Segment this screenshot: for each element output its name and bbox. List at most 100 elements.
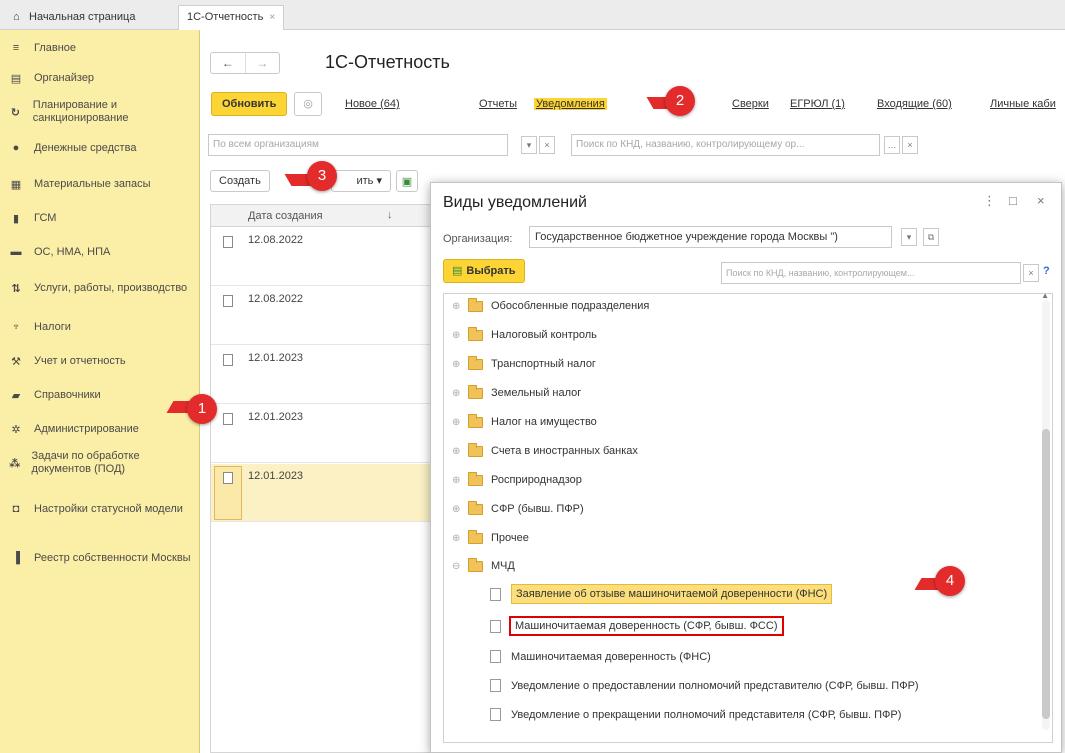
expand-icon[interactable]: ⊕ [452,446,462,457]
tree-folder[interactable]: ⊕ СФР (бывш. ПФР) [452,500,584,515]
row-date: 12.01.2023 [248,470,304,482]
sidebar-item-catalogs[interactable]: ▰ Справочники [0,383,200,407]
link-egrul[interactable]: ЕГРЮЛ (1) [790,98,845,110]
sidebar-item-property-registry[interactable]: ▐ Реестр собственности Москвы [0,540,200,576]
tab-notifications[interactable]: Уведомления [534,98,607,110]
clear-search-icon[interactable]: × [902,136,918,154]
sidebar-item-materials[interactable]: ▦ Материальные запасы [0,172,200,196]
chevron-down-icon[interactable]: ▾ [521,136,537,154]
fuel-icon: ▮ [12,212,20,225]
maximize-icon[interactable]: □ [1009,193,1017,208]
sidebar-item-label: Настройки статусной модели [34,502,183,515]
table-row-selected[interactable]: 12.01.2023 [211,464,441,522]
tree-doc-revocation[interactable]: Заявление об отзыве машиночитаемой довер… [490,584,833,604]
link-new[interactable]: Новое (64) [345,98,400,110]
sidebar-item-pod-tasks[interactable]: ⁂ Задачи по обработке документов (ПОД) [0,445,200,481]
back-arrow-icon[interactable]: ← [211,53,245,73]
tree-folder-mchd[interactable]: ⊖ МЧД [452,557,515,572]
more-options-icon[interactable]: ⋮ [983,193,996,209]
folder-icon [468,529,483,544]
tree-doc-grant-authority[interactable]: Уведомление о предоставлении полномочий … [490,679,919,692]
settings-icon[interactable]: ◎ [294,92,322,116]
tree-folder[interactable]: ⊕ Обособленные подразделения [452,297,649,312]
table-row[interactable]: 12.08.2022 [211,228,441,286]
create-button[interactable]: Создать [210,170,270,192]
tree-folder[interactable]: ⊕ Налоговый контроль [452,326,597,341]
tree-folder[interactable]: ⊕ Земельный налог [452,384,581,399]
sidebar-item-label: Материальные запасы [34,177,151,190]
table-row[interactable]: 12.08.2022 [211,287,441,345]
tree-folder[interactable]: ⊕ Счета в иностранных банках [452,442,638,457]
tree-folder[interactable]: ⊕ Транспортный налог [452,355,596,370]
tree-folder[interactable]: ⊕ Налог на имущество [452,413,597,428]
folder-label: Налоговый контроль [491,329,597,341]
select-button[interactable]: ▤ Выбрать [443,259,525,283]
chevron-down-icon[interactable]: ▾ [901,228,917,246]
doc-label: Уведомление о предоставлении полномочий … [511,679,919,692]
folder-icon [468,413,483,428]
refresh-button[interactable]: Обновить [211,92,288,116]
link-personal-cabinet[interactable]: Личные каби [990,98,1056,110]
table-row[interactable]: 12.01.2023 [211,346,441,404]
expand-icon[interactable]: ⊕ [452,359,462,370]
print-menu-button[interactable]: ить ▾ [331,170,391,192]
column-date-created[interactable]: Дата создания [248,210,323,222]
table-row[interactable]: 12.01.2023 [211,405,441,463]
tree-doc-poa-sfr[interactable]: Машиночитаемая доверенность (СФР, бывш. … [490,616,784,636]
more-icon[interactable]: … [884,136,900,154]
sidebar-item-cash[interactable]: ● Денежные средства [0,136,200,160]
scroll-up-icon[interactable]: ▲ [1041,291,1049,300]
help-icon[interactable]: ? [1043,265,1050,277]
expand-icon[interactable]: ⊕ [452,330,462,341]
folder-label: СФР (бывш. ПФР) [491,503,584,515]
dialog-search-input[interactable]: Поиск по КНД, названию, контролирующем..… [721,262,1021,284]
select-label: Выбрать [466,265,516,277]
expand-icon[interactable]: ⊕ [452,504,462,515]
doc-label: Машиночитаемая доверенность (СФР, бывш. … [509,616,784,636]
collapse-icon[interactable]: ⊖ [452,561,462,572]
sidebar-item-services[interactable]: ⇅ Услуги, работы, производство [0,270,200,306]
sidebar-item-admin[interactable]: ✲ Администрирование [0,417,200,441]
org-filter-field[interactable]: По всем организациям [208,134,508,156]
expand-icon[interactable]: ⊕ [452,388,462,399]
list-header: Дата создания ↓ [211,205,441,227]
sidebar-item-accounting[interactable]: ⚒ Учет и отчетность [0,349,200,373]
expand-icon[interactable]: ⊕ [452,301,462,312]
sort-down-icon[interactable]: ↓ [387,209,393,221]
tree-doc-poa-fns[interactable]: Машиночитаемая доверенность (ФНС) [490,650,711,663]
link-incoming[interactable]: Входящие (60) [877,98,952,110]
sidebar-item-taxes[interactable]: ♆ Налоги [0,315,200,339]
open-icon[interactable]: ⧉ [923,228,939,246]
tree-folder[interactable]: ⊕ Росприроднадзор [452,471,582,486]
close-icon[interactable]: × [1037,193,1045,208]
sidebar-item-status-model[interactable]: ◘ Настройки статусной модели [0,491,200,527]
sidebar-item-planning[interactable]: ↻ Планирование и санкционирование [0,94,200,130]
expand-icon[interactable]: ⊕ [452,417,462,428]
tab-1c-reporting[interactable]: 1С-Отчетность × [178,5,285,30]
folder-icon [468,500,483,515]
expand-icon[interactable]: ⊕ [452,533,462,544]
taxes-icon: ♆ [11,321,21,333]
forward-arrow-icon[interactable]: → [244,53,280,73]
org-field[interactable]: Государственное бюджетное учреждение гор… [529,226,892,248]
folder-label: Счета в иностранных банках [491,445,638,457]
clear-search-icon[interactable]: × [1023,264,1039,282]
sidebar-item-label: Услуги, работы, производство [34,281,188,294]
tab-home-label: Начальная страница [29,11,136,23]
sidebar-item-organizer[interactable]: ▤ Органайзер [0,66,200,90]
expand-icon[interactable]: ⊕ [452,475,462,486]
sidebar-item-fuel[interactable]: ▮ ГСМ [0,206,200,230]
tree-folder[interactable]: ⊕ Прочее [452,529,529,544]
export-icon[interactable]: ▣ [396,170,418,192]
scrollbar-thumb[interactable] [1042,429,1050,719]
link-reports[interactable]: Отчеты [479,98,517,110]
tree-doc-terminate-authority[interactable]: Уведомление о прекращении полномочий пре… [490,708,901,721]
sidebar-item-main[interactable]: ≡ Главное [0,36,200,60]
search-input[interactable]: Поиск по КНД, названию, контролирующему … [571,134,880,156]
clear-icon[interactable]: × [539,136,555,154]
close-tab-icon[interactable]: × [269,12,275,23]
sidebar-item-assets[interactable]: ▬ ОС, НМА, НПА [0,240,200,264]
doc-label: Уведомление о прекращении полномочий пре… [511,708,902,721]
tab-home[interactable]: ⌂ Начальная страница [4,5,144,30]
link-reconciliations[interactable]: Сверки [732,98,769,110]
